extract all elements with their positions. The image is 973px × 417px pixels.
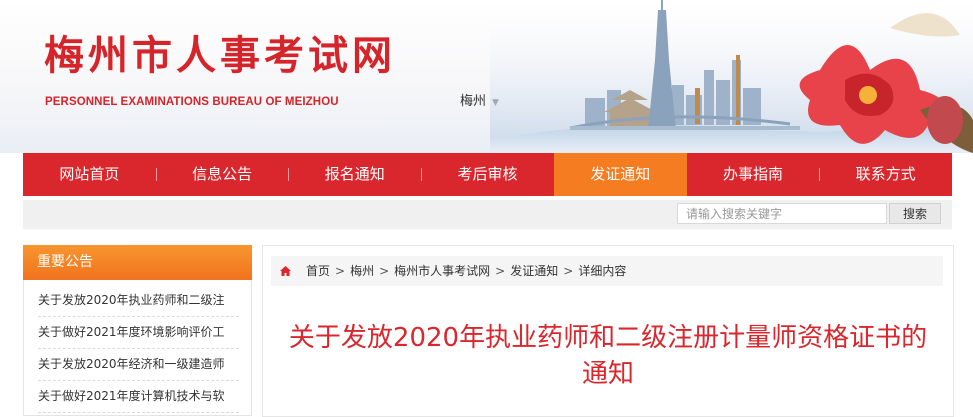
important-notices-heading: 重要公告 <box>23 245 252 280</box>
nav-item-service-guide[interactable]: 办事指南 <box>687 153 820 196</box>
notice-item[interactable]: 关于做好2021年度环境影响评价工 <box>38 317 239 349</box>
nav-item-home[interactable]: 网站首页 <box>23 153 156 196</box>
breadcrumb-meizhou[interactable]: 梅州 <box>350 264 374 278</box>
home-icon <box>280 266 291 276</box>
breadcrumb-separator: > <box>495 264 506 278</box>
search-input[interactable] <box>677 203 887 224</box>
notice-item[interactable]: 关于发放2020年执业药师和二级注 <box>38 285 239 317</box>
article-title: 关于发放2020年执业药师和二级注册计量师资格证书的通知 <box>288 323 928 389</box>
search-bar: 搜索 <box>23 200 952 229</box>
notice-item[interactable]: 关于发放2020年经济和一级建造师 <box>38 349 239 381</box>
breadcrumb-separator: > <box>335 264 346 278</box>
important-notices-panel: 重要公告 关于发放2020年执业药师和二级注 关于做好2021年度环境影响评价工… <box>23 245 252 416</box>
notice-list: 关于发放2020年执业药师和二级注 关于做好2021年度环境影响评价工 关于发放… <box>24 285 251 413</box>
nav-item-announcements[interactable]: 信息公告 <box>155 153 289 196</box>
nav-item-contact[interactable]: 联系方式 <box>819 153 952 196</box>
skyline-banner-image <box>490 0 973 153</box>
breadcrumb-separator: > <box>379 264 390 278</box>
site-subtitle: PERSONNEL EXAMINATIONS BUREAU OF MEIZHOU <box>45 96 339 108</box>
notice-item[interactable]: 关于做好2021年度计算机技术与软 <box>38 381 239 413</box>
breadcrumb-site[interactable]: 梅州市人事考试网 <box>394 264 490 278</box>
breadcrumb: 首页 > 梅州 > 梅州市人事考试网 > 发证通知 > 详细内容 <box>271 256 943 286</box>
search-button[interactable]: 搜索 <box>889 203 941 224</box>
breadcrumb-separator: > <box>563 264 574 278</box>
site-header: 梅州市人事考试网 PERSONNEL EXAMINATIONS BUREAU O… <box>0 0 973 153</box>
city-select-label: 梅州 <box>460 94 487 109</box>
nav-item-registration[interactable]: 报名通知 <box>288 153 421 196</box>
breadcrumb-home[interactable]: 首页 <box>306 264 330 278</box>
nav-item-certificate-notice[interactable]: 发证通知 <box>553 153 687 196</box>
article-panel: 首页 > 梅州 > 梅州市人事考试网 > 发证通知 > 详细内容 关于发放2020年执业药师和二… <box>262 245 954 417</box>
site-title: 梅州市人事考试网 <box>44 32 396 79</box>
breadcrumb-current: 详细内容 <box>578 264 627 278</box>
nav-item-post-exam-review[interactable]: 考后审核 <box>421 153 554 196</box>
breadcrumb-category[interactable]: 发证通知 <box>510 264 558 278</box>
main-nav: 网站首页 信息公告 报名通知 考后审核 发证通知 办事指南 联系方式 <box>23 153 952 196</box>
